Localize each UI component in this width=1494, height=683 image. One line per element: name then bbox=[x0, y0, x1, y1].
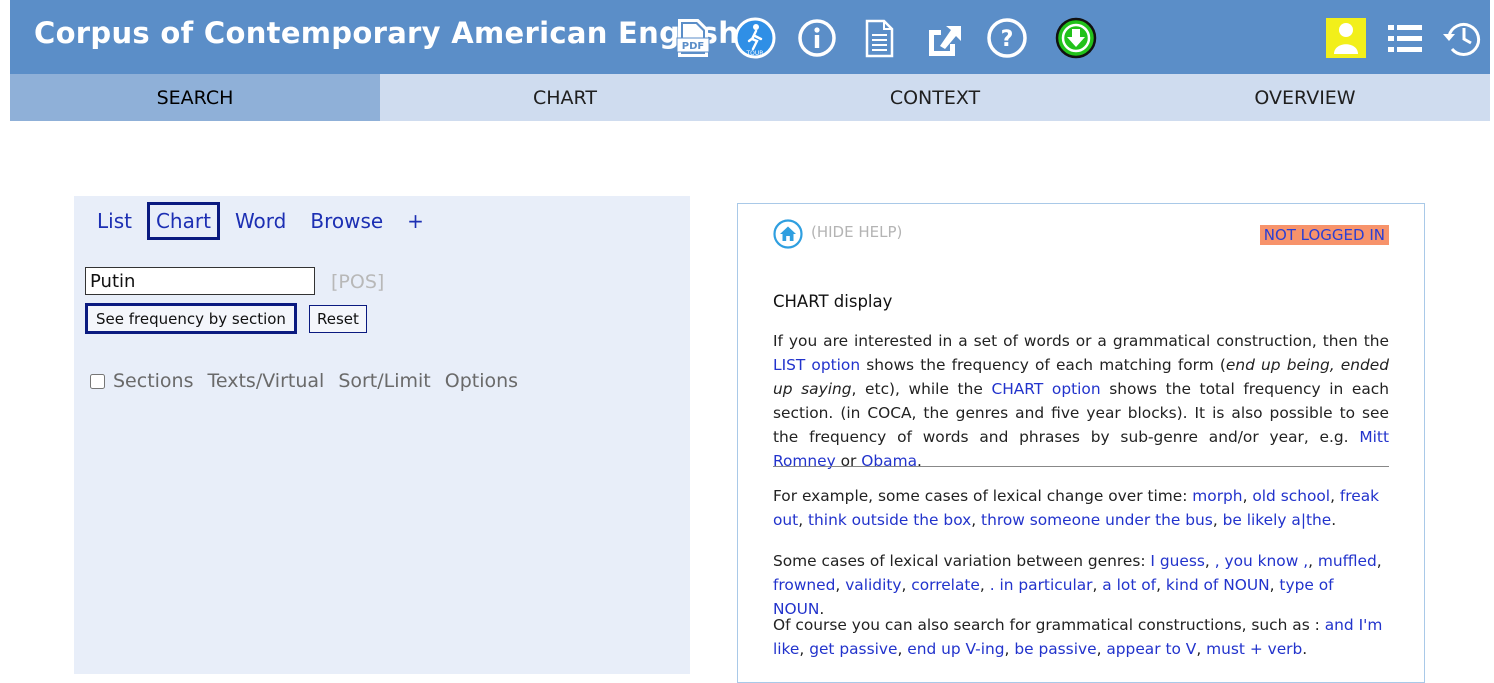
help-text: Of course you can also search for gramma… bbox=[773, 616, 1325, 634]
help-text: Some cases of lexical variation between … bbox=[773, 552, 1151, 570]
example-link[interactable]: appear to V bbox=[1106, 640, 1196, 658]
separator: , bbox=[1330, 487, 1340, 505]
example-link[interactable]: end up V-ing bbox=[907, 640, 1004, 658]
separator: , bbox=[1004, 640, 1015, 658]
login-status-badge: NOT LOGGED IN bbox=[1259, 225, 1389, 245]
example-link[interactable]: morph bbox=[1192, 487, 1242, 505]
separator: , bbox=[1242, 487, 1253, 505]
separator: . bbox=[1331, 511, 1337, 529]
separator: , bbox=[897, 640, 908, 658]
see-frequency-button[interactable]: See frequency by section bbox=[85, 303, 297, 334]
example-link[interactable]: , you know , bbox=[1215, 552, 1308, 570]
example-link[interactable]: validity bbox=[845, 576, 901, 594]
example-link[interactable]: correlate bbox=[911, 576, 980, 594]
separator: , bbox=[979, 576, 990, 594]
example-link[interactable]: . in particular bbox=[990, 576, 1093, 594]
example-link[interactable]: be passive bbox=[1014, 640, 1096, 658]
hide-help-link[interactable]: (HIDE HELP) bbox=[811, 223, 902, 241]
example-link[interactable]: must + verb bbox=[1206, 640, 1302, 658]
mode-more[interactable]: + bbox=[398, 202, 433, 240]
example-link[interactable]: kind of NOUN bbox=[1166, 576, 1270, 594]
example-link[interactable]: muffled bbox=[1318, 552, 1377, 570]
help-text: shows the frequency of each matching for… bbox=[860, 356, 1226, 374]
example-link[interactable]: be likely a|the bbox=[1223, 511, 1332, 529]
example-link[interactable]: I guess bbox=[1150, 552, 1204, 570]
download-icon[interactable] bbox=[1054, 16, 1098, 60]
separator: , bbox=[798, 511, 809, 529]
list-option-link[interactable]: LIST option bbox=[773, 356, 860, 374]
tour-icon-label: TOUR bbox=[746, 50, 764, 57]
help-panel: (HIDE HELP) NOT LOGGED IN CHART display … bbox=[737, 203, 1425, 683]
external-link-icon[interactable] bbox=[921, 16, 965, 60]
help-text: For example, some cases of lexical chang… bbox=[773, 487, 1193, 505]
sort-limit-link[interactable]: Sort/Limit bbox=[338, 370, 430, 392]
help-icon[interactable]: ? bbox=[985, 16, 1029, 60]
tab-chart[interactable]: CHART bbox=[380, 74, 750, 121]
tab-context[interactable]: CONTEXT bbox=[750, 74, 1120, 121]
separator: , bbox=[971, 511, 982, 529]
texts-virtual-link[interactable]: Texts/Virtual bbox=[208, 370, 325, 392]
home-icon[interactable] bbox=[773, 219, 803, 249]
sections-checkbox[interactable] bbox=[90, 373, 105, 389]
mode-chart[interactable]: Chart bbox=[146, 202, 220, 240]
example-link[interactable]: get passive bbox=[809, 640, 897, 658]
example-link[interactable]: throw someone under the bus bbox=[981, 511, 1213, 529]
separator: . bbox=[1302, 640, 1308, 658]
help-text: , etc), while the bbox=[851, 380, 992, 398]
help-paragraph-change: For example, some cases of lexical chang… bbox=[773, 484, 1389, 532]
search-mode-tabs: List Chart Word Browse + bbox=[88, 202, 439, 240]
tour-icon[interactable]: TOUR bbox=[733, 16, 777, 60]
separator: , bbox=[1156, 576, 1166, 594]
mode-list[interactable]: List bbox=[88, 202, 141, 240]
example-link[interactable]: old school bbox=[1252, 487, 1330, 505]
obama-link[interactable]: Obama bbox=[861, 452, 917, 470]
main-nav: SEARCH CHART CONTEXT OVERVIEW bbox=[10, 74, 1490, 121]
separator: , bbox=[1092, 576, 1103, 594]
help-text: If you are interested in a set of words … bbox=[773, 332, 1389, 350]
info-icon[interactable] bbox=[795, 16, 839, 60]
options-link[interactable]: Options bbox=[445, 370, 518, 392]
separator: , bbox=[1204, 552, 1215, 570]
header-bar: Corpus of Contemporary American English … bbox=[10, 0, 1490, 74]
separator: , bbox=[1096, 640, 1107, 658]
list-icon[interactable] bbox=[1383, 16, 1427, 60]
pdf-icon[interactable]: PDF bbox=[670, 16, 714, 60]
separator: , bbox=[1269, 576, 1280, 594]
help-text: or bbox=[835, 452, 862, 470]
document-icon[interactable] bbox=[857, 16, 901, 60]
mode-browse[interactable]: Browse bbox=[301, 202, 392, 240]
chart-option-link[interactable]: CHART option bbox=[991, 380, 1100, 398]
divider bbox=[773, 466, 1389, 467]
pdf-icon-label: PDF bbox=[682, 41, 704, 52]
help-heading: CHART display bbox=[773, 292, 893, 311]
separator: , bbox=[1212, 511, 1223, 529]
help-paragraph-chart: If you are interested in a set of words … bbox=[773, 329, 1389, 473]
separator: , bbox=[1196, 640, 1207, 658]
reset-button[interactable]: Reset bbox=[309, 305, 367, 333]
example-link[interactable]: think outside the box bbox=[808, 511, 971, 529]
example-link[interactable]: a lot of bbox=[1102, 576, 1156, 594]
example-link[interactable]: frowned bbox=[773, 576, 835, 594]
help-text: . bbox=[917, 452, 922, 470]
separator: , bbox=[1376, 552, 1382, 570]
svg-text:?: ? bbox=[1001, 27, 1014, 52]
pos-link[interactable]: [POS] bbox=[331, 271, 384, 293]
help-paragraph-constructions: Of course you can also search for gramma… bbox=[773, 613, 1389, 661]
tab-search[interactable]: SEARCH bbox=[10, 74, 380, 121]
separator: , bbox=[901, 576, 912, 594]
search-panel: List Chart Word Browse + [POS] See frequ… bbox=[74, 196, 690, 674]
history-icon[interactable] bbox=[1440, 16, 1484, 60]
app-title: Corpus of Contemporary American English bbox=[34, 16, 740, 50]
options-row: Sections Texts/Virtual Sort/Limit Option… bbox=[90, 370, 532, 392]
mode-word[interactable]: Word bbox=[226, 202, 295, 240]
user-icon[interactable] bbox=[1326, 18, 1366, 58]
help-paragraph-genres: Some cases of lexical variation between … bbox=[773, 549, 1389, 621]
separator: , bbox=[799, 640, 810, 658]
separator: , bbox=[1308, 552, 1318, 570]
search-input[interactable] bbox=[85, 267, 315, 295]
separator: , bbox=[835, 576, 846, 594]
sections-link[interactable]: Sections bbox=[113, 370, 194, 392]
tab-overview[interactable]: OVERVIEW bbox=[1120, 74, 1490, 121]
